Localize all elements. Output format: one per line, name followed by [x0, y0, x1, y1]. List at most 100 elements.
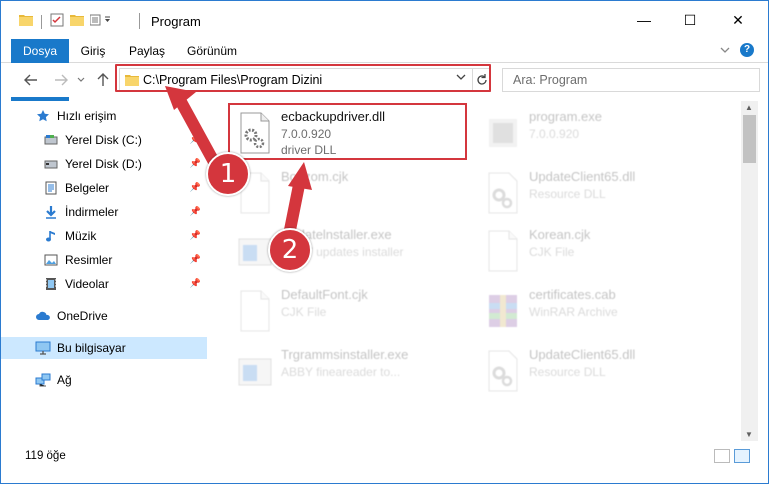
file-icon: [488, 230, 518, 272]
help-icon[interactable]: ?: [740, 43, 754, 57]
pin-icon[interactable]: 📌: [190, 206, 201, 217]
file-type: Resource DLL: [529, 365, 606, 379]
file-name: Trgrammsinstaller.exe: [281, 347, 409, 362]
sidebar-item-documents[interactable]: Belgeler 📌: [1, 177, 207, 199]
file-item[interactable]: Trgrammsinstaller.exe ABBY fineareader t…: [231, 341, 471, 403]
new-folder-icon[interactable]: [70, 14, 84, 29]
file-name: DefaultFont.cjk: [281, 287, 368, 302]
tiles-view-icon[interactable]: [734, 449, 750, 463]
videos-icon: [43, 276, 59, 292]
file-name: UpdateClient65.dll: [529, 347, 636, 362]
file-item[interactable]: DefaultFont.cjk CJK File: [231, 281, 471, 343]
file-name: certificates.cab: [529, 287, 616, 302]
computer-icon: [35, 340, 51, 356]
star-icon: [35, 108, 51, 124]
vertical-scrollbar[interactable]: ▲ ▼: [741, 101, 758, 441]
file-type: Resource DLL: [529, 187, 606, 201]
network-icon: [35, 372, 51, 388]
file-item[interactable]: Updatelnstaller.exe ABBY updates install…: [231, 221, 471, 283]
sidebar-item-label: Yerel Disk (C:): [65, 133, 142, 147]
sidebar-item-label: İndirmeler: [65, 205, 119, 219]
recent-chevron-icon[interactable]: [75, 70, 87, 90]
file-name: Korean.cjk: [529, 227, 591, 242]
sidebar-item-network[interactable]: Ağ: [1, 369, 207, 391]
file-type: ABBY fineareader to...: [281, 365, 401, 379]
sidebar-item-onedrive[interactable]: OneDrive: [1, 305, 207, 327]
ribbon-tabs: Dosya Giriş Paylaş Görünüm ?: [1, 39, 768, 101]
minimize-button[interactable]: —: [621, 1, 667, 39]
window-title: Program: [151, 14, 201, 29]
sidebar-item-label: Yerel Disk (D:): [65, 157, 142, 171]
quick-access-toolbar: [19, 13, 112, 30]
sidebar-item-videos[interactable]: Videolar 📌: [1, 273, 207, 295]
step-number-2: 2: [268, 228, 312, 272]
sidebar-item-quick-access[interactable]: Hızlı erişim: [1, 105, 207, 127]
file-name: UpdateClient65.dll: [529, 169, 636, 184]
file-item[interactable]: Bonzom.cjk: [231, 163, 471, 225]
file-item[interactable]: program.exe 7.0.0.920: [479, 103, 719, 165]
music-icon: [43, 228, 59, 244]
file-item[interactable]: UpdateClient65.dll Resource DLL: [479, 163, 719, 225]
pin-icon[interactable]: 📌: [190, 230, 201, 241]
maximize-button[interactable]: ☐: [667, 1, 713, 39]
sidebar-item-label: Resimler: [65, 253, 113, 267]
tab-home[interactable]: Giriş: [73, 39, 113, 63]
sidebar-item-downloads[interactable]: İndirmeler 📌: [1, 201, 207, 223]
pin-icon[interactable]: 📌: [190, 158, 201, 169]
up-arrow-icon[interactable]: [93, 70, 113, 90]
pin-icon[interactable]: 📌: [190, 182, 201, 193]
chevron-down-icon[interactable]: [720, 43, 730, 57]
dll-gear-icon: [488, 350, 518, 392]
back-arrow-icon[interactable]: [21, 70, 41, 90]
file-type: WinRAR Archive: [529, 305, 618, 319]
cloud-icon: [35, 308, 51, 324]
address-bar-highlight: [115, 64, 491, 92]
sidebar-item-music[interactable]: Müzik 📌: [1, 225, 207, 247]
winrar-icon: [489, 295, 517, 327]
pin-icon[interactable]: 📌: [190, 278, 201, 289]
file-highlight: [228, 103, 467, 160]
download-icon: [43, 204, 59, 220]
tab-view[interactable]: Görünüm: [181, 39, 243, 63]
navigation-pane: Hızlı erişim Yerel Disk (C:) 📌 Yerel Dis…: [1, 101, 207, 441]
ribbon-controls: ?: [720, 43, 754, 57]
sidebar-item-label: Videolar: [65, 277, 109, 291]
title-bar: Program — ☐ ✕: [1, 1, 768, 39]
search-input[interactable]: Ara: Program: [513, 73, 587, 87]
file-type: CJK File: [529, 245, 575, 259]
file-name: program.exe: [529, 109, 602, 124]
title-divider: [139, 13, 140, 29]
file-name: Bonzom.cjk: [281, 169, 349, 184]
forward-arrow-icon[interactable]: [51, 70, 71, 90]
customize-toolbar-icon[interactable]: [89, 14, 112, 29]
pin-icon[interactable]: 📌: [190, 254, 201, 265]
file-item[interactable]: Korean.cjk CJK File: [479, 221, 719, 283]
file-version: 7.0.0.920: [529, 127, 580, 141]
sidebar-item-label: Belgeler: [65, 181, 110, 195]
pin-icon[interactable]: 📌: [190, 134, 201, 145]
file-type: CJK File: [281, 305, 327, 319]
file-item[interactable]: certificates.cab WinRAR Archive: [479, 281, 719, 343]
documents-icon: [43, 180, 59, 196]
sidebar-item-local-disk-c[interactable]: Yerel Disk (C:) 📌: [1, 129, 207, 151]
file-item[interactable]: UpdateClient65.dll Resource DLL: [479, 341, 719, 403]
scroll-down-icon[interactable]: ▼: [745, 430, 753, 439]
sidebar-item-pictures[interactable]: Resimler 📌: [1, 249, 207, 271]
step-number-1: 1: [206, 152, 250, 196]
scroll-up-icon[interactable]: ▲: [745, 103, 753, 112]
properties-icon[interactable]: [50, 13, 64, 30]
installer-icon: [238, 358, 272, 386]
search-box[interactable]: Ara: Program: [502, 68, 760, 92]
item-count: 119 öğe: [25, 450, 66, 462]
close-button[interactable]: ✕: [715, 1, 761, 39]
status-bar: 119 öğe: [1, 445, 768, 467]
tab-share[interactable]: Paylaş: [123, 39, 171, 63]
sidebar-item-local-disk-d[interactable]: Yerel Disk (D:) 📌: [1, 153, 207, 175]
sidebar-item-label: OneDrive: [57, 309, 108, 323]
details-view-icon[interactable]: [714, 449, 730, 463]
pictures-icon: [43, 252, 59, 268]
exe-icon: [489, 119, 517, 147]
sidebar-item-this-pc[interactable]: Bu bilgisayar: [1, 337, 207, 359]
folder-icon[interactable]: [19, 14, 33, 29]
scrollbar-thumb[interactable]: [743, 115, 756, 163]
